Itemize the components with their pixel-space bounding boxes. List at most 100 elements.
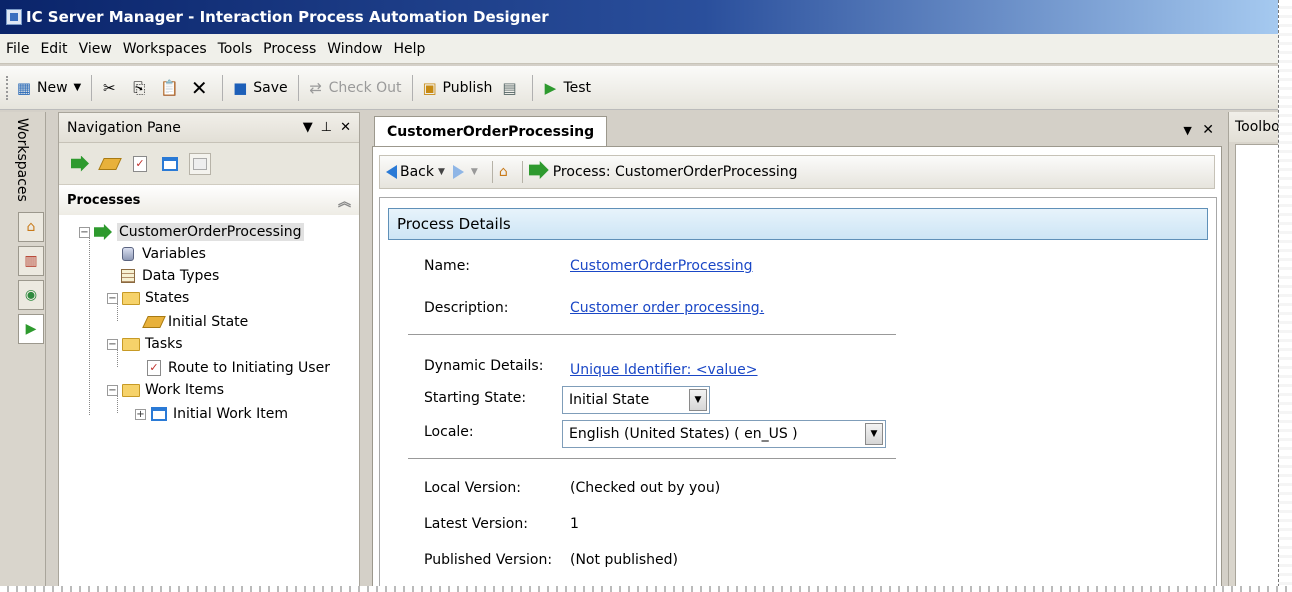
document-tabs: CustomerOrderProcessing	[368, 112, 1224, 146]
description-link[interactable]: Customer order processing.	[570, 300, 764, 316]
toolbox-body	[1235, 144, 1281, 588]
locale-select[interactable]: English (United States) ( en_US ) ▼	[562, 420, 886, 448]
check-out-button[interactable]: ⇄ Check Out	[307, 79, 401, 97]
task-view-icon[interactable]: ✓	[129, 153, 151, 175]
new-icon: ▦	[16, 78, 32, 97]
document-body: Back ▼ ▼ ⌂ Process: CustomerOrderProcess…	[372, 146, 1222, 588]
tree-node-label: Initial Work Item	[173, 406, 288, 422]
tree-node-tasks[interactable]: − Tasks	[107, 333, 183, 355]
close-document-icon[interactable]: ✕	[1202, 122, 1214, 138]
table-icon	[119, 267, 137, 285]
menu-tools[interactable]: Tools	[218, 41, 253, 57]
tree-node-work-items[interactable]: − Work Items	[107, 379, 224, 401]
paste-button[interactable]: 📋	[160, 79, 182, 97]
test-button[interactable]: ▶ Test	[541, 79, 591, 97]
save-button[interactable]: ■ Save	[231, 79, 287, 97]
back-label: Back	[400, 164, 434, 180]
processes-section-header[interactable]: Processes ︽	[59, 185, 359, 215]
nav-separator	[491, 161, 493, 183]
tab-customer-order-processing[interactable]: CustomerOrderProcessing	[374, 116, 608, 146]
menu-bar: File Edit View Workspaces Tools Process …	[0, 34, 1281, 64]
published-version-label: Published Version:	[424, 552, 553, 568]
collapse-toggle-icon[interactable]: −	[107, 338, 118, 350]
process-icon: ▶	[25, 321, 37, 337]
forward-dropdown-icon[interactable]: ▼	[471, 167, 478, 177]
workspace-reports-button[interactable]: ▥	[18, 246, 44, 276]
toolbox-header[interactable]: Toolbox	[1229, 112, 1281, 142]
window-title: IC Server Manager - Interaction Process …	[26, 8, 549, 26]
menu-file[interactable]: File	[6, 41, 29, 57]
tree-node-data-types[interactable]: Data Types	[119, 265, 219, 287]
save-icon: ■	[233, 78, 248, 97]
workspaces-label[interactable]: Workspaces	[14, 118, 30, 202]
cut-button[interactable]: ✂	[100, 79, 122, 97]
save-label: Save	[253, 79, 288, 96]
publish-button[interactable]: ▣ Publish	[421, 78, 492, 97]
toolbar-grip[interactable]	[6, 75, 9, 100]
tree-node-label: Initial State	[168, 314, 249, 330]
menu-workspaces[interactable]: Workspaces	[123, 41, 207, 57]
forward-button[interactable]: ▼	[452, 165, 478, 179]
navigation-pane-header: Navigation Pane ▼ ⊥ ✕	[59, 113, 359, 143]
collapse-toggle-icon[interactable]: −	[79, 226, 90, 238]
app-window: IC Server Manager - Interaction Process …	[0, 0, 1282, 588]
menu-window[interactable]: Window	[327, 41, 382, 57]
tree-node-process[interactable]: − CustomerOrderProcessing	[79, 221, 304, 243]
toolbar-separator	[411, 74, 413, 101]
tab-list-dropdown-icon[interactable]: ▼	[1183, 124, 1191, 137]
starting-state-select[interactable]: Initial State ▼	[562, 386, 710, 414]
pin-icon[interactable]: ⊥	[321, 120, 332, 135]
new-label: New	[37, 79, 68, 96]
folder-icon	[122, 335, 140, 353]
dynamic-details-link[interactable]: Unique Identifier: <value>	[570, 362, 758, 378]
nav-separator	[521, 161, 523, 183]
chevron-down-icon[interactable]: ▼	[689, 389, 707, 411]
state-icon	[142, 313, 166, 331]
collapse-toggle-icon[interactable]: −	[107, 292, 118, 304]
back-button[interactable]: Back ▼	[386, 164, 445, 180]
process-view-icon[interactable]	[69, 153, 91, 175]
home-icon: ⌂	[26, 219, 36, 235]
tree-node-label: CustomerOrderProcessing	[117, 223, 304, 241]
toolbar-separator	[532, 74, 534, 101]
document-tab-controls: ▼ ✕	[1183, 122, 1214, 138]
pane-dropdown-icon[interactable]: ▼	[303, 120, 313, 135]
tree-node-initial-work-item[interactable]: + Initial Work Item	[135, 403, 288, 425]
menu-help[interactable]: Help	[393, 41, 425, 57]
chevron-down-icon[interactable]: ▼	[865, 423, 883, 445]
name-link[interactable]: CustomerOrderProcessing	[570, 258, 753, 274]
collapse-icon[interactable]: ︽	[338, 191, 351, 210]
close-icon[interactable]: ✕	[340, 120, 351, 135]
form-view-icon[interactable]	[189, 152, 211, 175]
workspaces-strip: Workspaces ⌂ ▥ ◉ ▶	[0, 112, 46, 588]
tree-node-route-task[interactable]: ✓ Route to Initiating User	[145, 357, 330, 379]
tree-node-states[interactable]: − States	[107, 287, 189, 309]
home-button[interactable]: ⌂	[499, 164, 508, 180]
tree-node-initial-state[interactable]: Initial State	[142, 311, 249, 333]
copy-button[interactable]: ⎘	[130, 79, 152, 97]
workspace-globe-button[interactable]: ◉	[18, 280, 44, 310]
workspace-home-button[interactable]: ⌂	[18, 212, 44, 242]
tree-node-variables[interactable]: Variables	[119, 243, 206, 265]
navigation-pane-title: Navigation Pane	[67, 119, 181, 136]
delete-button[interactable]: ✕	[190, 78, 212, 98]
collapse-toggle-icon[interactable]: −	[107, 384, 118, 396]
test-label: Test	[563, 79, 592, 96]
menu-process[interactable]: Process	[263, 41, 316, 57]
workspace-process-button[interactable]: ▶	[18, 314, 44, 344]
back-dropdown-icon[interactable]: ▼	[438, 167, 445, 177]
publish-settings-button[interactable]: ▤	[500, 79, 522, 97]
copy-icon: ⎘	[133, 78, 146, 97]
menu-edit[interactable]: Edit	[40, 41, 67, 57]
back-arrow-icon	[386, 165, 397, 179]
locale-value: English (United States) ( en_US )	[569, 426, 798, 442]
expand-toggle-icon[interactable]: +	[135, 408, 146, 420]
publish-icon: ▣	[422, 78, 437, 97]
new-dropdown-icon[interactable]: ▼	[74, 82, 82, 93]
menu-view[interactable]: View	[79, 41, 112, 57]
state-view-icon[interactable]	[98, 153, 122, 175]
toolbar-separator	[297, 74, 299, 101]
navigation-bar: Back ▼ ▼ ⌂ Process: CustomerOrderProcess…	[379, 155, 1215, 189]
work-item-view-icon[interactable]	[159, 153, 181, 175]
new-button[interactable]: ▦ New ▼	[15, 79, 81, 97]
